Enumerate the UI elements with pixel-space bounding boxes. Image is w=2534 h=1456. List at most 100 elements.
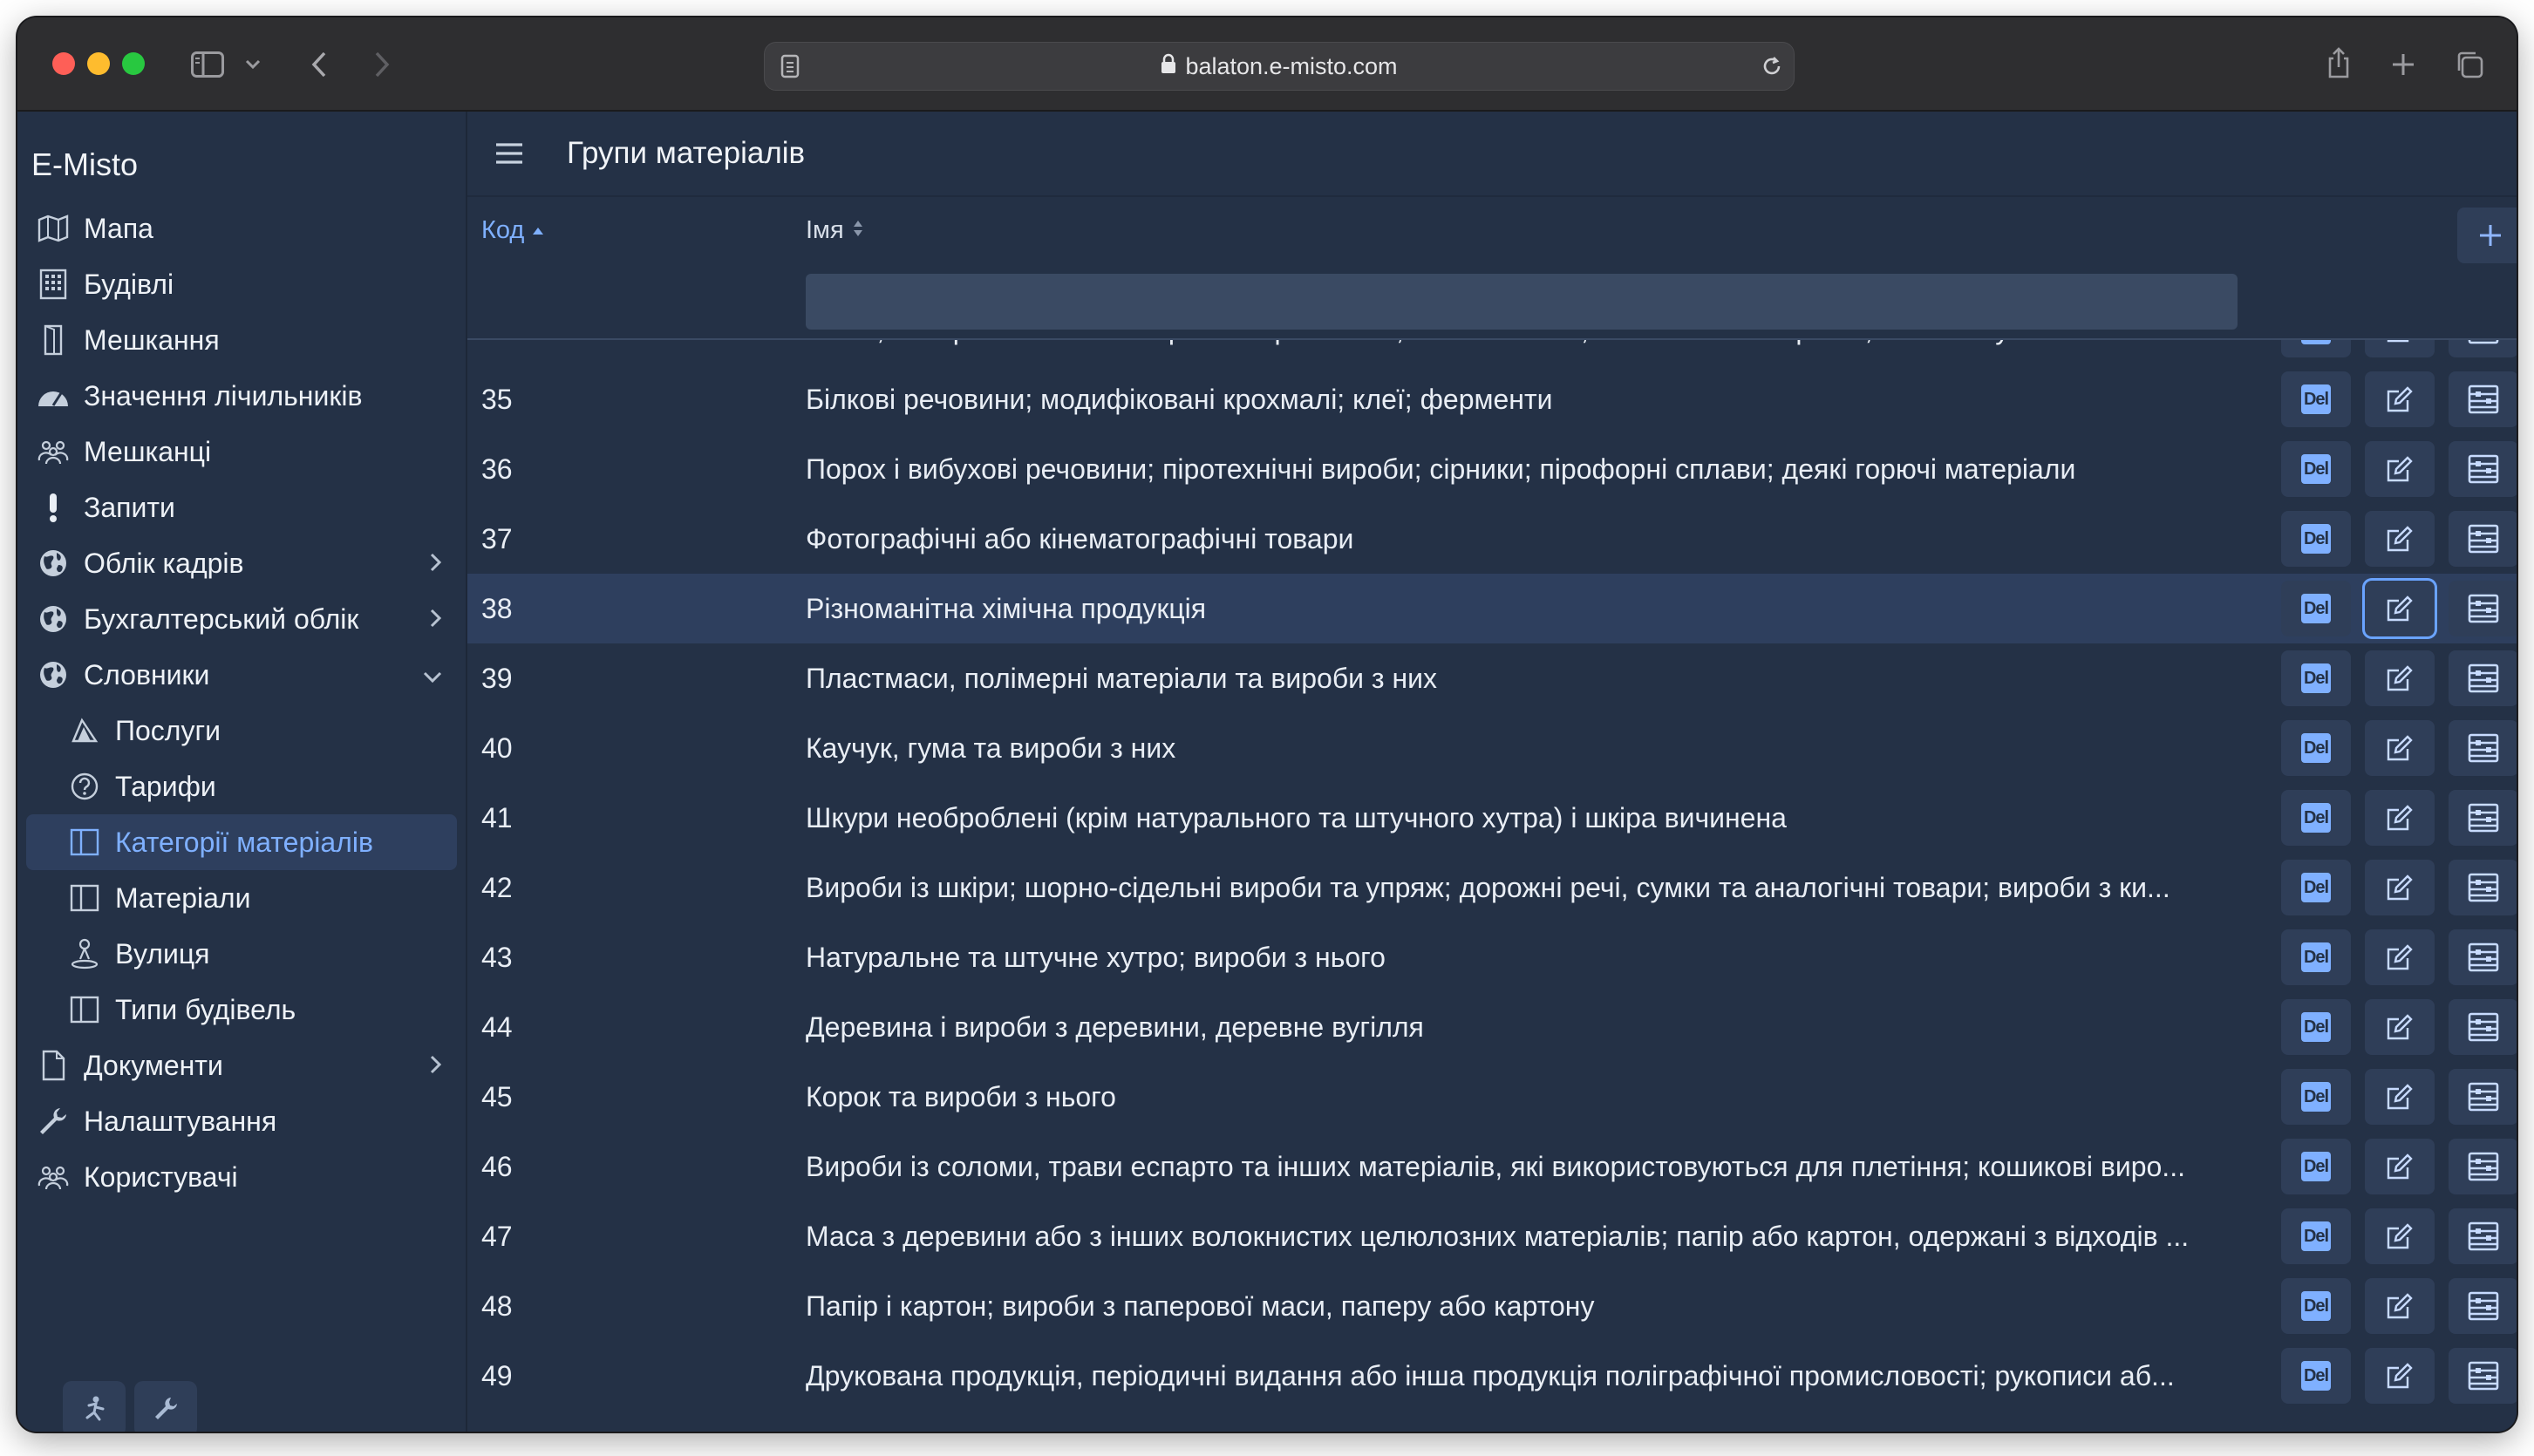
table-row[interactable]: 38 Різноманітна хімічна продукція Del: [467, 574, 2517, 643]
table-row[interactable]: 34 Мило, поверхнево-активні органічні реч…: [467, 340, 2517, 364]
column-header-code[interactable]: Код: [481, 216, 545, 245]
run-button[interactable]: [63, 1381, 126, 1432]
sidebar-item[interactable]: Послуги: [17, 703, 466, 759]
delete-button[interactable]: Del: [2281, 650, 2351, 706]
new-tab-icon[interactable]: [2384, 45, 2422, 84]
table-row[interactable]: 37 Фотографічні або кінематографічні това…: [467, 504, 2517, 574]
edit-button[interactable]: [2365, 371, 2435, 427]
details-button[interactable]: [2449, 581, 2517, 636]
sidebar-item[interactable]: Матеріали: [17, 870, 466, 926]
details-button[interactable]: [2449, 371, 2517, 427]
column-header-name[interactable]: Імя: [806, 216, 865, 245]
details-button[interactable]: [2449, 1139, 2517, 1194]
table-row[interactable]: 49 Друкована продукція, періодичні виданн…: [467, 1341, 2517, 1411]
sidebar-item[interactable]: Налаштування: [17, 1093, 466, 1149]
tab-overview-icon[interactable]: [2450, 45, 2489, 84]
sidebar-item[interactable]: Облік кадрів: [17, 535, 466, 591]
delete-button[interactable]: Del: [2281, 441, 2351, 497]
sidebar-item[interactable]: Будівлі: [17, 256, 466, 312]
table-row[interactable]: 47 Маса з деревини або з інших волокнисти…: [467, 1201, 2517, 1271]
edit-button[interactable]: [2365, 1348, 2435, 1404]
details-button[interactable]: [2449, 929, 2517, 985]
table-row[interactable]: 40 Каучук, гума та вироби з них Del: [467, 713, 2517, 783]
edit-button[interactable]: [2365, 650, 2435, 706]
edit-button[interactable]: [2365, 790, 2435, 846]
sidebar-item[interactable]: Документи: [17, 1038, 466, 1093]
delete-button[interactable]: Del: [2281, 511, 2351, 567]
chevron-down-icon[interactable]: [241, 52, 265, 77]
zoom-window-button[interactable]: [122, 52, 145, 75]
edit-button[interactable]: [2365, 1069, 2435, 1125]
edit-button[interactable]: [2365, 720, 2435, 776]
delete-button[interactable]: Del: [2281, 860, 2351, 915]
delete-button[interactable]: Del: [2281, 1208, 2351, 1264]
table-row[interactable]: 39 Пластмаси, полімерні матеріали та виро…: [467, 643, 2517, 713]
back-icon[interactable]: [300, 45, 338, 84]
sidebar-item[interactable]: Користувачі: [17, 1149, 466, 1205]
table-row[interactable]: 41 Шкури необроблені (крім натурального т…: [467, 783, 2517, 853]
table-row[interactable]: 46 Вироби із соломи, трави еспарто та інш…: [467, 1132, 2517, 1201]
table-row[interactable]: 48 Папір і картон; вироби з паперової мас…: [467, 1271, 2517, 1341]
details-button[interactable]: [2449, 1208, 2517, 1264]
delete-button[interactable]: Del: [2281, 790, 2351, 846]
sidebar-item[interactable]: Типи будівель: [17, 982, 466, 1038]
delete-button[interactable]: Del: [2281, 581, 2351, 636]
details-button[interactable]: [2449, 999, 2517, 1055]
share-icon[interactable]: [2319, 42, 2358, 84]
details-button[interactable]: [2449, 720, 2517, 776]
edit-button[interactable]: [2365, 860, 2435, 915]
table-row[interactable]: 42 Вироби із шкіри; шорно-сідельні вироби…: [467, 853, 2517, 922]
edit-button[interactable]: [2365, 340, 2435, 357]
edit-button[interactable]: [2365, 1208, 2435, 1264]
reload-icon[interactable]: [1759, 53, 1785, 79]
edit-button[interactable]: [2365, 441, 2435, 497]
sidebar-item[interactable]: Мапа: [17, 201, 466, 256]
table-row[interactable]: 43 Натуральне та штучне хутро; вироби з н…: [467, 922, 2517, 992]
edit-button[interactable]: [2365, 1278, 2435, 1334]
details-button[interactable]: [2449, 340, 2517, 357]
delete-button[interactable]: Del: [2281, 371, 2351, 427]
details-button[interactable]: [2449, 860, 2517, 915]
delete-button[interactable]: Del: [2281, 340, 2351, 357]
menu-icon[interactable]: [494, 138, 525, 169]
sidebar-item[interactable]: Запити: [17, 480, 466, 535]
delete-button[interactable]: Del: [2281, 1348, 2351, 1404]
sidebar-item[interactable]: Мешканці: [17, 424, 466, 480]
details-button[interactable]: [2449, 441, 2517, 497]
sidebar-item[interactable]: Словники: [17, 647, 466, 703]
delete-button[interactable]: Del: [2281, 1278, 2351, 1334]
edit-button[interactable]: [2365, 511, 2435, 567]
name-filter-input[interactable]: [806, 274, 2238, 330]
details-button[interactable]: [2449, 1348, 2517, 1404]
delete-button[interactable]: Del: [2281, 720, 2351, 776]
details-button[interactable]: [2449, 1278, 2517, 1334]
sidebar-item[interactable]: Бухгалтерський облік: [17, 591, 466, 647]
details-button[interactable]: [2449, 1069, 2517, 1125]
tools-button[interactable]: [134, 1381, 197, 1432]
edit-button[interactable]: [2365, 1139, 2435, 1194]
table-row[interactable]: 36 Порох і вибухові речовини; піротехнічн…: [467, 434, 2517, 504]
delete-button[interactable]: Del: [2281, 999, 2351, 1055]
forward-icon[interactable]: [363, 45, 401, 84]
table-row[interactable]: 45 Корок та вироби з нього Del: [467, 1062, 2517, 1132]
details-button[interactable]: [2449, 790, 2517, 846]
sidebar-item[interactable]: Категорії матеріалів: [26, 814, 457, 870]
table-row[interactable]: 35 Білкові речовини; модифіковані крохмал…: [467, 364, 2517, 434]
edit-button[interactable]: [2365, 929, 2435, 985]
details-button[interactable]: [2449, 650, 2517, 706]
edit-button[interactable]: [2365, 581, 2435, 636]
details-button[interactable]: [2449, 511, 2517, 567]
add-button[interactable]: [2457, 208, 2517, 263]
sidebar-item[interactable]: Тарифи: [17, 759, 466, 814]
close-window-button[interactable]: [52, 52, 75, 75]
delete-button[interactable]: Del: [2281, 1139, 2351, 1194]
sidebar-toggle-icon[interactable]: [188, 45, 227, 84]
sidebar-item[interactable]: Значення лічильників: [17, 368, 466, 424]
edit-button[interactable]: [2365, 999, 2435, 1055]
delete-button[interactable]: Del: [2281, 929, 2351, 985]
delete-button[interactable]: Del: [2281, 1069, 2351, 1125]
sidebar-item[interactable]: Вулиця: [17, 926, 466, 982]
address-bar[interactable]: balaton.e-misto.com: [764, 42, 1795, 91]
sidebar-item[interactable]: Мешкання: [17, 312, 466, 368]
table-row[interactable]: 44 Деревина і вироби з деревини, деревне …: [467, 992, 2517, 1062]
